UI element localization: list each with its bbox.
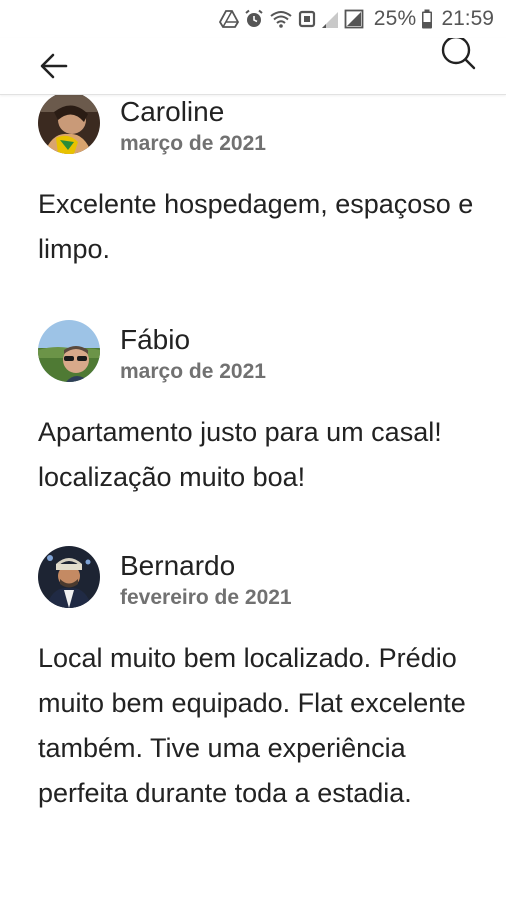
data-saver-icon [298, 10, 315, 28]
review-date: março de 2021 [120, 132, 266, 155]
avatar-image [38, 95, 100, 154]
reviewer-name: Fábio [120, 324, 191, 355]
reviews-list: Caroline março de 2021 Excelente hospeda… [0, 95, 506, 900]
alarm-icon [245, 9, 263, 27]
search-icon [441, 38, 476, 70]
review-text: Local muito bem localizado. Prédio muito… [38, 643, 466, 808]
drive-sync-icon [218, 10, 239, 28]
signal-icon [344, 9, 364, 29]
reviewer-name: Bernardo [120, 550, 236, 581]
avatar-image [38, 320, 100, 382]
signal-weak-icon [321, 12, 338, 28]
arrow-left-icon [40, 53, 68, 79]
review-date: março de 2021 [120, 360, 266, 383]
avatar[interactable] [38, 95, 100, 154]
review-text: Excelente hospedagem, espaçoso e limpo. [38, 189, 474, 264]
status-bar: 25% 21:59 [0, 0, 506, 38]
status-icons [218, 9, 364, 29]
wifi-icon [270, 11, 292, 28]
avatar-image [38, 546, 100, 608]
back-button[interactable] [34, 46, 74, 86]
review-date: fevereiro de 2021 [120, 586, 292, 609]
clock: 21:59 [441, 7, 494, 30]
avatar[interactable] [38, 320, 100, 382]
review-text: Apartamento justo para um casal! localiz… [38, 417, 442, 492]
search-button[interactable] [436, 38, 480, 72]
reviewer-name: Caroline [120, 96, 225, 127]
battery-percentage: 25% [373, 7, 417, 30]
app-bar [0, 38, 506, 95]
battery-icon [422, 9, 433, 29]
avatar[interactable] [38, 546, 100, 608]
